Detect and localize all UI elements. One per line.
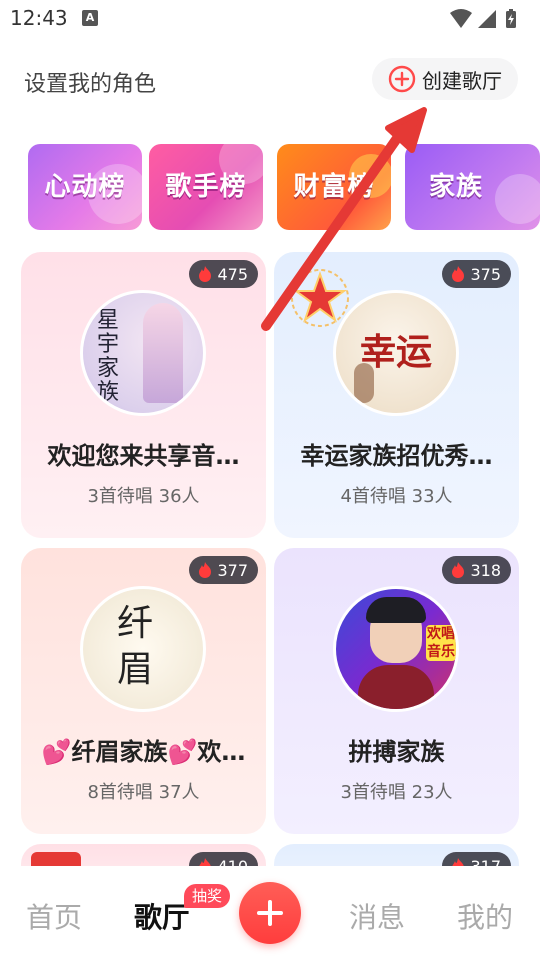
plus-icon [257, 900, 283, 926]
category-label: 财富榜 [293, 172, 375, 202]
heat-count: 375 [470, 264, 501, 284]
fire-icon [199, 562, 212, 578]
room-card[interactable]: 375 幸运 幸运家族招优秀… 4首待唱 33人 [274, 252, 519, 538]
heat-badge: 318 [442, 556, 511, 584]
create-room-label: 创建歌厅 [422, 68, 502, 93]
room-title: 欢迎您来共享音… [47, 442, 240, 470]
signal-icon [478, 10, 496, 28]
room-stats: 3首待唱 36人 [87, 486, 200, 507]
heat-badge: 475 [189, 260, 258, 288]
room-title: 幸运家族招优秀… [300, 442, 493, 470]
heat-count: 475 [217, 264, 248, 284]
room-avatar: 欢唱音乐 [333, 586, 459, 712]
heat-badge: 375 [442, 260, 511, 288]
room-stats: 3首待唱 23人 [340, 782, 453, 803]
wifi-icon [450, 9, 472, 28]
fire-icon [199, 266, 212, 282]
set-role-link[interactable]: 设置我的角色 [24, 66, 156, 98]
category-label: 家族 [429, 172, 484, 202]
category-family[interactable]: 家族 [405, 144, 540, 230]
battery-icon [506, 9, 516, 28]
avatar-lettering: 幸运 [359, 331, 432, 373]
heat-count: 318 [470, 560, 501, 580]
room-stats: 4首待唱 33人 [340, 486, 453, 507]
room-avatar: 纤眉 [80, 586, 206, 712]
room-avatar: 幸运 [333, 290, 459, 416]
heat-badge: 377 [189, 556, 258, 584]
room-stats: 8首待唱 37人 [87, 782, 200, 803]
room-title: 💕纤眉家族💕欢… [41, 738, 246, 766]
status-bar: 12:43 A [0, 0, 540, 40]
create-room-button[interactable]: 创建歌厅 [372, 58, 518, 100]
category-singer-chart[interactable]: 歌手榜 [149, 144, 263, 230]
system-icons [448, 8, 528, 34]
lottery-badge[interactable]: 抽奖 [184, 884, 231, 908]
add-button[interactable] [239, 882, 301, 944]
heat-count: 377 [217, 560, 248, 580]
room-title: 拼搏家族 [348, 738, 445, 766]
room-avatar: 星宇家族 [80, 290, 206, 416]
tab-home[interactable]: 首页 [26, 896, 82, 936]
fire-icon [452, 266, 465, 282]
notification-icon: A [82, 10, 98, 26]
avatar-lettering: 欢唱音乐 [426, 625, 456, 661]
category-label: 心动榜 [44, 172, 126, 202]
category-label: 歌手榜 [165, 172, 247, 202]
tab-messages[interactable]: 消息 [349, 896, 405, 936]
category-wealth-chart[interactable]: 财富榜 [277, 144, 391, 230]
category-banners: 心动榜 歌手榜 财富榜 家族 [28, 144, 540, 230]
room-card[interactable]: 377 纤眉 💕纤眉家族💕欢… 8首待唱 37人 [21, 548, 266, 834]
tab-karaoke-hall[interactable]: 歌厅 [134, 896, 190, 936]
room-card[interactable]: 318 欢唱音乐 拼搏家族 3首待唱 23人 [274, 548, 519, 834]
room-card[interactable]: 475 星宇家族 欢迎您来共享音… 3首待唱 36人 [21, 252, 266, 538]
tab-me[interactable]: 我的 [457, 896, 513, 936]
bottom-tab-bar: 首页 歌厅 抽奖 消息 我的 [0, 866, 540, 960]
status-time: 12:43 [10, 6, 68, 30]
avatar-lettering: 纤眉 [117, 603, 154, 690]
category-heartbeat-chart[interactable]: 心动榜 [28, 144, 142, 230]
plus-circle-icon [388, 65, 416, 93]
avatar-lettering: 星宇家族 [97, 308, 120, 405]
fire-icon [452, 562, 465, 578]
